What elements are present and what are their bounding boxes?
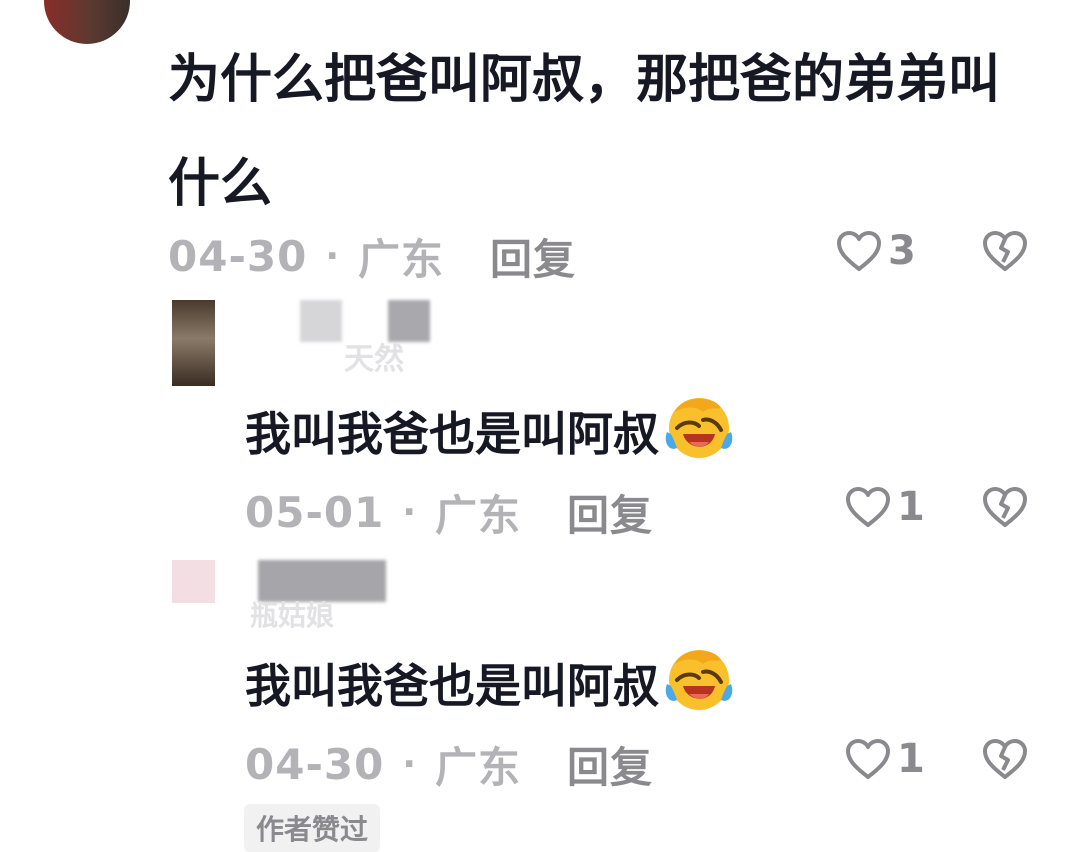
reply-button[interactable]: 回复 [567,734,653,795]
avatar[interactable] [172,300,215,386]
comment-meta: 05-01 · 广东 回复 [245,482,653,543]
like-button[interactable]: 1 [845,484,925,530]
dislike-broken-heart-icon[interactable] [982,738,1028,780]
comment-location: 广东 [435,491,522,540]
like-count: 1 [897,484,925,530]
dislike-broken-heart-icon[interactable] [982,230,1028,272]
username-fragment[interactable]: 瓶姑娘 [250,594,334,634]
comment-text-line: 我叫我爸也是叫阿叔 [245,659,659,713]
avatar[interactable] [44,0,130,44]
comment-date: 04-30 [245,740,385,789]
separator-dot: · [402,744,418,785]
username-redacted [300,300,342,342]
like-count: 1 [897,736,925,782]
author-liked-badge: 作者赞过 [244,804,381,852]
heart-icon [845,486,891,528]
dislike-broken-heart-icon[interactable] [982,486,1028,528]
separator-dot: · [325,236,341,277]
heart-icon [836,230,882,272]
like-button[interactable]: 1 [845,736,925,782]
comment-text: 我叫我爸也是叫阿叔 [245,390,737,476]
face-with-tears-of-joy-icon [661,390,737,476]
comment-text-line: 什么 [168,154,273,214]
comment-text: 为什么把爸叫阿叔，那把爸的弟弟叫 什么 [168,46,1048,218]
comment-text-line: 为什么把爸叫阿叔，那把爸的弟弟叫 [168,50,1001,110]
like-count: 3 [888,228,916,274]
comment-location: 广东 [358,235,445,284]
comment-meta: 04-30 · 广东 回复 [168,226,576,287]
face-with-tears-of-joy-icon [661,642,737,728]
avatar[interactable] [172,560,215,603]
author-liked-label: 作者赞过 [256,813,369,846]
comment-text: 我叫我爸也是叫阿叔 [245,642,737,728]
comment-date: 04-30 [168,232,308,281]
username-fragment[interactable]: 天然 [344,334,404,378]
heart-icon [845,738,891,780]
reply-button[interactable]: 回复 [490,226,576,287]
like-button[interactable]: 3 [836,228,916,274]
separator-dot: · [402,492,418,533]
comment-meta: 04-30 · 广东 回复 [245,734,653,795]
reply-button[interactable]: 回复 [567,482,653,543]
comment-date: 05-01 [245,488,385,537]
comment-text-line: 我叫我爸也是叫阿叔 [245,407,659,461]
comment-location: 广东 [435,743,522,792]
